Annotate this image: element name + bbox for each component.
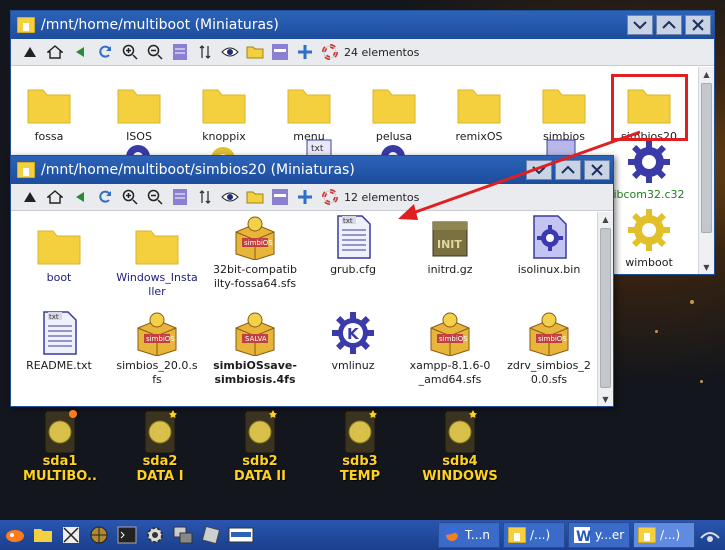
taskbar-item-word[interactable]: W y...er — [568, 522, 630, 548]
hard-drive-icon — [344, 410, 377, 454]
word-icon: W — [574, 527, 591, 544]
globe-icon[interactable] — [86, 522, 112, 548]
tray-icon[interactable] — [697, 522, 723, 548]
hard-drive-icon — [144, 410, 177, 454]
folder-icon — [638, 527, 656, 543]
svg-text:W: W — [576, 529, 591, 544]
hard-drive-icon — [444, 410, 477, 454]
firefox-icon — [444, 527, 460, 543]
folder-icon[interactable] — [30, 522, 56, 548]
taskbar-item-firefox[interactable]: T...n — [438, 522, 500, 548]
package-icon[interactable] — [198, 522, 224, 548]
start-menu-icon[interactable] — [2, 522, 28, 548]
folder-icon — [508, 527, 526, 543]
hard-drive-icon — [44, 410, 77, 454]
text-editor-icon[interactable] — [58, 522, 84, 548]
drive-icon-sda2[interactable]: sda2 DATA I — [115, 410, 205, 484]
terminal-icon[interactable] — [114, 522, 140, 548]
settings-gear-icon[interactable] — [142, 522, 168, 548]
taskbar-item-folder[interactable]: /...) — [503, 522, 565, 548]
drive-icon-sda1[interactable]: sda1 MULTIBO.. — [15, 410, 105, 484]
drive-icon-sdb4[interactable]: sdb4 WINDOWS — [415, 410, 505, 484]
taskbar-item-folder-active[interactable]: /...) — [633, 522, 695, 548]
drive-icon-sdb3[interactable]: sdb3 TEMP — [315, 410, 405, 484]
taskbar: T...n /...) W y...er /...) — [0, 520, 725, 550]
desktop-switcher-icon[interactable] — [226, 522, 256, 548]
drive-icon-sdb2[interactable]: sdb2 DATA II — [215, 410, 305, 484]
windows-icon[interactable] — [170, 522, 196, 548]
hard-drive-icon — [244, 410, 277, 454]
